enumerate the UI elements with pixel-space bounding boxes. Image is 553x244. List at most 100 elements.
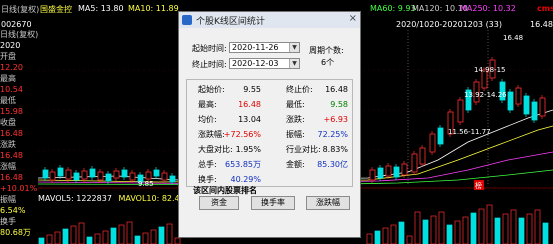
stat-value: 85.30亿 — [317, 160, 348, 169]
dialog-title: 个股K线区间统计 — [196, 17, 265, 27]
end-date-picker[interactable]: 2020-12-03 ▼ — [229, 58, 300, 69]
volume-bar — [174, 237, 181, 244]
candle-body — [515, 87, 522, 105]
stat-label: 涨跌幅: — [198, 130, 225, 139]
candle-body — [153, 169, 160, 177]
stat-label: 振幅: — [286, 130, 305, 139]
rank-by-turnover-button[interactable]: 换手率 — [251, 196, 295, 210]
start-date-picker[interactable]: 2020-11-26 ▼ — [229, 42, 300, 53]
chevron-down-icon[interactable]: ▼ — [289, 43, 299, 52]
volume-bar — [486, 204, 493, 244]
volume-bar — [446, 224, 453, 244]
volume-bar — [518, 217, 525, 244]
volume-bar — [414, 211, 421, 244]
stat-value: 1.95% — [235, 145, 261, 154]
stat-value: 16.48 — [238, 100, 261, 109]
volume-bar — [534, 209, 541, 244]
volume-bar — [78, 222, 85, 244]
low-price-label: 9.85 — [138, 180, 154, 188]
stat-label: 终止价: — [286, 85, 313, 94]
start-time-label: 起始时间: — [192, 44, 227, 53]
volume-bar — [382, 227, 389, 244]
stat-value: 653.85万 — [225, 160, 261, 169]
candle-body — [65, 169, 72, 180]
volume-bar — [430, 215, 437, 244]
broker-logo: cms — [537, 4, 553, 13]
volume-bar — [38, 237, 45, 244]
candle-body — [523, 95, 530, 115]
right-price: 16.48 — [530, 20, 553, 29]
period-count-label: 周期个数: — [309, 46, 344, 55]
left-panel-row: 收盘 — [0, 118, 16, 127]
stat-value: 16.48 — [325, 85, 348, 94]
left-panel-row: 日线(复权) — [0, 30, 39, 39]
period-label: 日线(复权) — [1, 5, 40, 14]
stat-label: 涨跌: — [286, 115, 305, 124]
volume-bar — [406, 235, 413, 244]
volume-bar — [142, 232, 149, 244]
volume-bar — [86, 236, 93, 244]
volume-bar — [166, 223, 173, 244]
stat-label: 金额: — [286, 160, 305, 169]
period-count-value: 6个 — [321, 58, 335, 67]
volume-bar — [70, 225, 77, 244]
volume-bar — [134, 235, 141, 244]
left-panel-row: 15.98 — [0, 107, 23, 116]
volume-bar — [398, 221, 405, 244]
left-panel-row: 16.48 — [0, 151, 23, 160]
candle-body — [507, 91, 514, 111]
app-icon — [182, 15, 192, 25]
volume-bar — [526, 213, 533, 244]
candle-body — [145, 171, 152, 180]
dialog-titlebar[interactable]: 个股K线区间统计 × — [179, 12, 360, 28]
candle-body — [49, 171, 56, 181]
candle-body — [105, 173, 112, 182]
volume-bar — [374, 230, 381, 244]
ma60-label: MA60: 9.93 — [370, 4, 416, 13]
close-icon[interactable]: × — [349, 13, 357, 24]
candle-body — [121, 169, 128, 178]
marker-badge-text: 榜 — [475, 181, 482, 190]
stats-row: 最高: 16.48 最低: 9.58 — [187, 99, 352, 111]
mavol5-label: MAVOL5: 1222837 — [38, 194, 112, 203]
stat-value: 72.25% — [317, 130, 348, 139]
candle-body — [169, 175, 176, 183]
stat-value: 9.58 — [330, 100, 348, 109]
volume-bar — [110, 227, 117, 244]
stat-label: 起始价: — [198, 85, 225, 94]
candle-body — [42, 169, 49, 179]
volume-bar — [150, 229, 157, 244]
stock-name: 国盛金控 — [40, 5, 72, 14]
stat-label: 总手: — [198, 160, 217, 169]
left-panel-row: 2020 — [0, 41, 21, 50]
stat-value: +72.56% — [223, 130, 261, 139]
interval-stats-dialog: 个股K线区间统计 × 起始时间: 2020-11-26 ▼ 终止时间: 2020… — [178, 11, 361, 238]
volume-bar — [438, 211, 445, 244]
left-panel-row: 10.54 — [0, 85, 23, 94]
left-panel-row: 80.68万 — [0, 228, 31, 237]
left-panel-row: 16.48 — [0, 173, 23, 182]
rank-by-change-button[interactable]: 涨跌幅 — [306, 196, 350, 210]
candle-body — [411, 153, 418, 173]
stat-label: 最低: — [286, 100, 305, 109]
volume-bar — [62, 228, 69, 244]
volume-legend: MAVOL5: 1222837 MAVOL10: 82.48万 — [38, 193, 193, 204]
price-range-label-c: 11.56-11.77 — [448, 128, 491, 136]
ma5-label: MA5: 13.80 — [78, 4, 124, 13]
stat-value: 8.83% — [322, 145, 348, 154]
rank-by-capital-button[interactable]: 资金 — [199, 196, 239, 210]
chevron-down-icon[interactable]: ▼ — [289, 59, 299, 68]
candle-body — [81, 170, 88, 180]
candle-body — [73, 172, 80, 181]
stats-row: 涨跌幅: +72.56% 振幅: 72.25% — [187, 129, 352, 141]
left-panel-row: 6.54% — [0, 206, 26, 215]
volume-bar — [46, 234, 53, 244]
stats-row: 均价: 13.04 涨跌: +6.93 — [187, 114, 352, 126]
candle-body — [393, 166, 400, 178]
volume-bar — [366, 233, 373, 244]
candle-body — [369, 169, 376, 181]
volume-bar — [390, 224, 397, 244]
candle-body — [89, 168, 96, 178]
high-price-label: 16.48 — [503, 34, 523, 42]
left-panel-row: 开盘 — [0, 52, 16, 61]
